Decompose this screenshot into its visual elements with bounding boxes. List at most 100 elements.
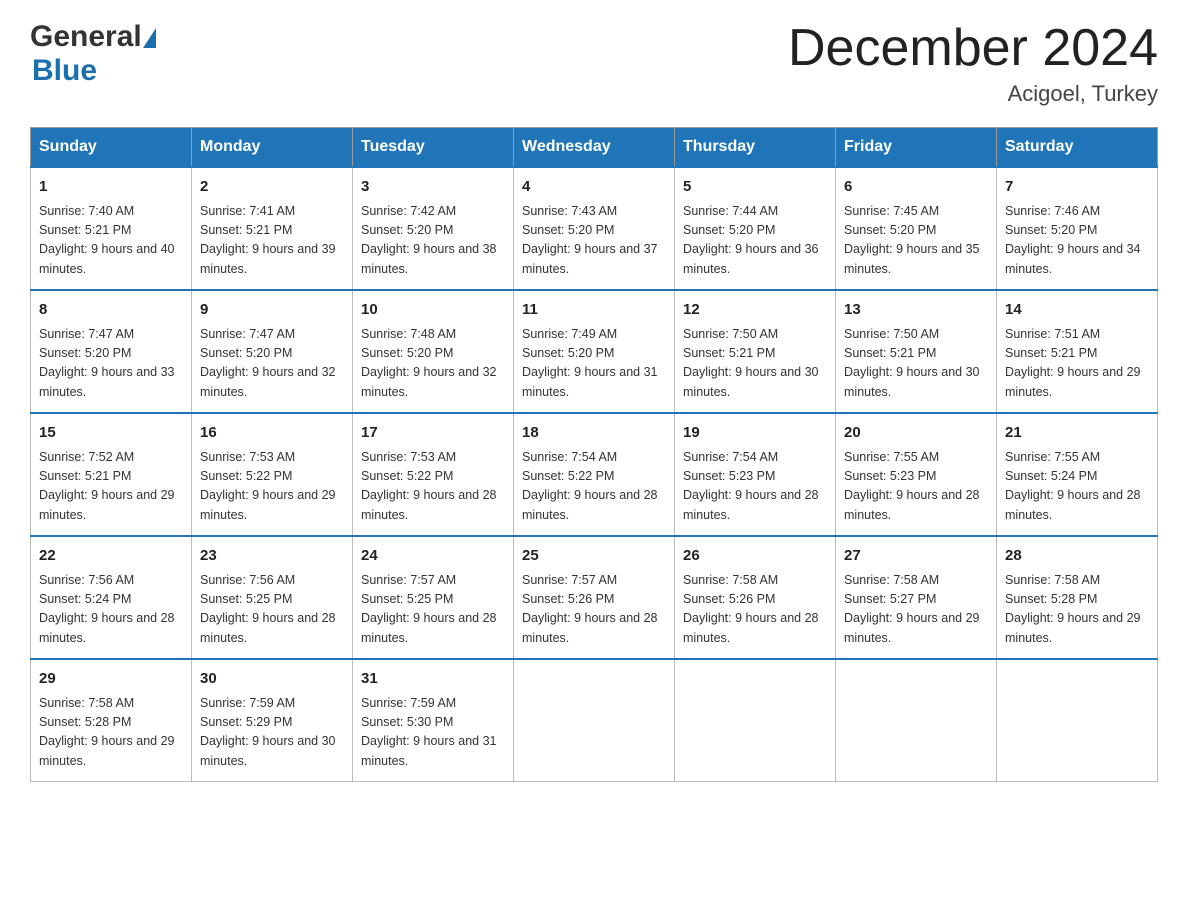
day-number: 29 [39,668,183,691]
day-info: Sunrise: 7:59 AM Sunset: 5:29 PM Dayligh… [200,694,344,772]
day-info: Sunrise: 7:40 AM Sunset: 5:21 PM Dayligh… [39,202,183,280]
daylight-label: Daylight: 9 hours and 30 minutes. [683,365,819,398]
sunset-label: Sunset: 5:29 PM [200,715,292,729]
daylight-label: Daylight: 9 hours and 33 minutes. [39,365,175,398]
day-number: 2 [200,176,344,199]
sunset-label: Sunset: 5:20 PM [361,346,453,360]
sunrise-label: Sunrise: 7:48 AM [361,327,456,341]
day-info: Sunrise: 7:56 AM Sunset: 5:25 PM Dayligh… [200,571,344,649]
column-header-thursday: Thursday [675,128,836,168]
daylight-label: Daylight: 9 hours and 30 minutes. [844,365,980,398]
day-cell: 4 Sunrise: 7:43 AM Sunset: 5:20 PM Dayli… [514,167,675,290]
daylight-label: Daylight: 9 hours and 32 minutes. [361,365,497,398]
daylight-label: Daylight: 9 hours and 39 minutes. [200,242,336,275]
week-row-1: 1 Sunrise: 7:40 AM Sunset: 5:21 PM Dayli… [31,167,1158,290]
sunrise-label: Sunrise: 7:54 AM [522,450,617,464]
sunrise-label: Sunrise: 7:59 AM [200,696,295,710]
column-header-sunday: Sunday [31,128,192,168]
day-number: 8 [39,299,183,322]
day-info: Sunrise: 7:55 AM Sunset: 5:23 PM Dayligh… [844,448,988,526]
sunset-label: Sunset: 5:26 PM [683,592,775,606]
day-cell: 7 Sunrise: 7:46 AM Sunset: 5:20 PM Dayli… [997,167,1158,290]
logo-blue-text: Blue [32,54,97,87]
day-cell: 2 Sunrise: 7:41 AM Sunset: 5:21 PM Dayli… [192,167,353,290]
daylight-label: Daylight: 9 hours and 31 minutes. [361,734,497,767]
day-info: Sunrise: 7:47 AM Sunset: 5:20 PM Dayligh… [200,325,344,403]
sunrise-label: Sunrise: 7:49 AM [522,327,617,341]
day-cell: 13 Sunrise: 7:50 AM Sunset: 5:21 PM Dayl… [836,290,997,413]
day-info: Sunrise: 7:46 AM Sunset: 5:20 PM Dayligh… [1005,202,1149,280]
day-info: Sunrise: 7:41 AM Sunset: 5:21 PM Dayligh… [200,202,344,280]
sunset-label: Sunset: 5:23 PM [844,469,936,483]
day-number: 30 [200,668,344,691]
sunrise-label: Sunrise: 7:58 AM [844,573,939,587]
day-cell: 10 Sunrise: 7:48 AM Sunset: 5:20 PM Dayl… [353,290,514,413]
sunrise-label: Sunrise: 7:46 AM [1005,204,1100,218]
column-header-wednesday: Wednesday [514,128,675,168]
daylight-label: Daylight: 9 hours and 28 minutes. [522,488,658,521]
logo-triangle-icon [143,28,156,48]
sunset-label: Sunset: 5:20 PM [1005,223,1097,237]
day-number: 4 [522,176,666,199]
sunrise-label: Sunrise: 7:47 AM [200,327,295,341]
sunrise-label: Sunrise: 7:51 AM [1005,327,1100,341]
daylight-label: Daylight: 9 hours and 28 minutes. [522,611,658,644]
week-row-3: 15 Sunrise: 7:52 AM Sunset: 5:21 PM Dayl… [31,413,1158,536]
sunrise-label: Sunrise: 7:56 AM [200,573,295,587]
day-number: 23 [200,545,344,568]
sunset-label: Sunset: 5:26 PM [522,592,614,606]
day-cell: 9 Sunrise: 7:47 AM Sunset: 5:20 PM Dayli… [192,290,353,413]
sunset-label: Sunset: 5:25 PM [200,592,292,606]
sunset-label: Sunset: 5:28 PM [1005,592,1097,606]
day-number: 1 [39,176,183,199]
day-number: 5 [683,176,827,199]
sunset-label: Sunset: 5:28 PM [39,715,131,729]
daylight-label: Daylight: 9 hours and 30 minutes. [200,734,336,767]
sunset-label: Sunset: 5:24 PM [39,592,131,606]
column-header-saturday: Saturday [997,128,1158,168]
sunrise-label: Sunrise: 7:58 AM [683,573,778,587]
day-number: 17 [361,422,505,445]
week-row-4: 22 Sunrise: 7:56 AM Sunset: 5:24 PM Dayl… [31,536,1158,659]
daylight-label: Daylight: 9 hours and 40 minutes. [39,242,175,275]
day-number: 10 [361,299,505,322]
day-info: Sunrise: 7:50 AM Sunset: 5:21 PM Dayligh… [844,325,988,403]
daylight-label: Daylight: 9 hours and 32 minutes. [200,365,336,398]
day-number: 15 [39,422,183,445]
sunset-label: Sunset: 5:23 PM [683,469,775,483]
day-number: 9 [200,299,344,322]
daylight-label: Daylight: 9 hours and 31 minutes. [522,365,658,398]
sunset-label: Sunset: 5:22 PM [200,469,292,483]
day-info: Sunrise: 7:43 AM Sunset: 5:20 PM Dayligh… [522,202,666,280]
sunrise-label: Sunrise: 7:55 AM [844,450,939,464]
logo-general-text: General [30,20,142,54]
daylight-label: Daylight: 9 hours and 29 minutes. [1005,365,1141,398]
sunrise-label: Sunrise: 7:53 AM [200,450,295,464]
day-cell [997,659,1158,782]
day-number: 27 [844,545,988,568]
day-info: Sunrise: 7:48 AM Sunset: 5:20 PM Dayligh… [361,325,505,403]
day-info: Sunrise: 7:53 AM Sunset: 5:22 PM Dayligh… [361,448,505,526]
daylight-label: Daylight: 9 hours and 28 minutes. [361,611,497,644]
daylight-label: Daylight: 9 hours and 29 minutes. [39,734,175,767]
sunrise-label: Sunrise: 7:55 AM [1005,450,1100,464]
daylight-label: Daylight: 9 hours and 34 minutes. [1005,242,1141,275]
location-title: Acigoel, Turkey [788,81,1158,107]
sunset-label: Sunset: 5:20 PM [683,223,775,237]
daylight-label: Daylight: 9 hours and 28 minutes. [200,611,336,644]
column-header-monday: Monday [192,128,353,168]
day-info: Sunrise: 7:45 AM Sunset: 5:20 PM Dayligh… [844,202,988,280]
day-number: 13 [844,299,988,322]
day-cell: 1 Sunrise: 7:40 AM Sunset: 5:21 PM Dayli… [31,167,192,290]
day-number: 22 [39,545,183,568]
day-info: Sunrise: 7:42 AM Sunset: 5:20 PM Dayligh… [361,202,505,280]
sunset-label: Sunset: 5:20 PM [361,223,453,237]
page-header: General Blue December 2024 Acigoel, Turk… [30,20,1158,107]
day-number: 19 [683,422,827,445]
day-cell: 17 Sunrise: 7:53 AM Sunset: 5:22 PM Dayl… [353,413,514,536]
day-cell: 26 Sunrise: 7:58 AM Sunset: 5:26 PM Dayl… [675,536,836,659]
sunrise-label: Sunrise: 7:53 AM [361,450,456,464]
sunset-label: Sunset: 5:21 PM [39,223,131,237]
day-info: Sunrise: 7:52 AM Sunset: 5:21 PM Dayligh… [39,448,183,526]
sunset-label: Sunset: 5:21 PM [683,346,775,360]
